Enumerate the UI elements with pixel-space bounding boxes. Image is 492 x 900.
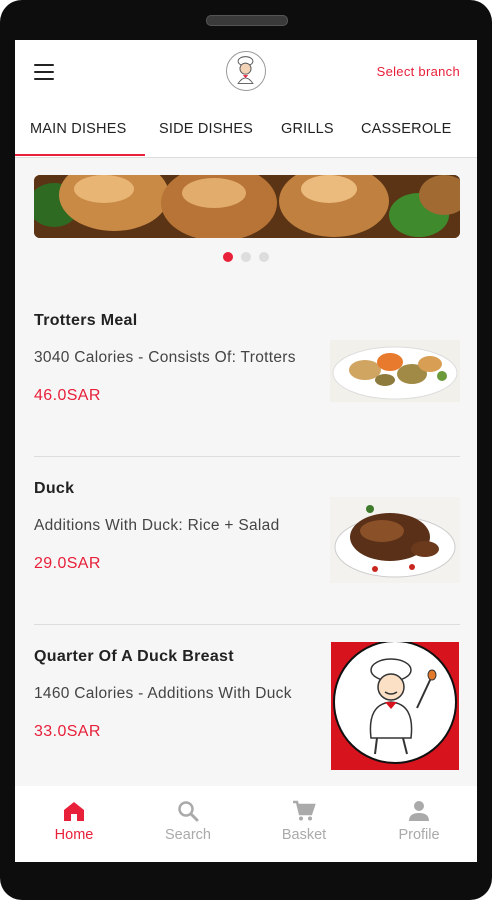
item-name: Trotters Meal — [34, 312, 138, 329]
tab-grills[interactable]: GRILLS — [281, 121, 334, 137]
chef-logo-icon — [226, 51, 266, 91]
item-description: Additions With Duck: Rice + Salad — [34, 517, 280, 534]
item-name: Quarter Of A Duck Breast — [34, 648, 234, 665]
item-image — [330, 340, 460, 402]
item-description: 3040 Calories - Consists Of: Trotters — [34, 349, 296, 366]
tab-side-dishes[interactable]: SIDE DISHES — [159, 121, 253, 137]
hamburger-menu-icon[interactable] — [34, 64, 54, 80]
carousel-dot-1[interactable] — [223, 252, 233, 262]
tab-main-dishes[interactable]: MAIN DISHES — [30, 121, 126, 137]
nav-profile[interactable]: Profile — [379, 800, 459, 843]
category-tabs: MAIN DISHES SIDE DISHES GRILLS CASSEROLE — [15, 103, 477, 158]
active-tab-indicator — [15, 154, 145, 156]
nav-basket-label: Basket — [281, 827, 327, 843]
item-separator — [34, 456, 460, 457]
nav-home-label: Home — [54, 827, 94, 843]
phone-frame: Select branch MAIN DISHES SIDE DISHES GR… — [0, 0, 492, 900]
menu-item-duck[interactable]: Duck Additions With Duck: Rice + Salad 2… — [34, 480, 460, 610]
item-price: 46.0SAR — [34, 387, 101, 404]
tab-casserole[interactable]: CASSEROLE — [361, 121, 451, 137]
person-icon — [409, 801, 429, 821]
nav-home[interactable]: Home — [34, 800, 114, 843]
item-price: 29.0SAR — [34, 555, 101, 572]
nav-profile-label: Profile — [398, 827, 440, 843]
nav-basket[interactable]: Basket — [264, 800, 344, 843]
item-description: 1460 Calories - Additions With Duck — [34, 685, 292, 702]
app-screen: Select branch MAIN DISHES SIDE DISHES GR… — [15, 40, 477, 862]
carousel-dots — [223, 249, 277, 267]
item-separator — [34, 624, 460, 625]
carousel-dot-3[interactable] — [259, 252, 269, 262]
search-icon — [178, 801, 199, 822]
promo-banner-image[interactable] — [34, 175, 460, 238]
bottom-navigation: Home Search Basket Profile — [15, 786, 477, 862]
menu-item-trotters-meal[interactable]: Trotters Meal 3040 Calories - Consists O… — [34, 312, 460, 442]
phone-speaker — [206, 15, 288, 26]
select-branch-button[interactable]: Select branch — [377, 64, 460, 79]
top-bar: Select branch — [15, 40, 477, 103]
home-icon — [64, 802, 84, 821]
item-image — [330, 497, 460, 583]
item-price: 33.0SAR — [34, 723, 101, 740]
nav-search-label: Search — [165, 827, 211, 843]
item-image — [331, 642, 459, 770]
menu-item-quarter-duck-breast[interactable]: Quarter Of A Duck Breast 1460 Calories -… — [34, 642, 460, 778]
item-name: Duck — [34, 480, 75, 497]
carousel-dot-2[interactable] — [241, 252, 251, 262]
nav-search[interactable]: Search — [148, 800, 228, 843]
cart-icon — [293, 800, 316, 821]
